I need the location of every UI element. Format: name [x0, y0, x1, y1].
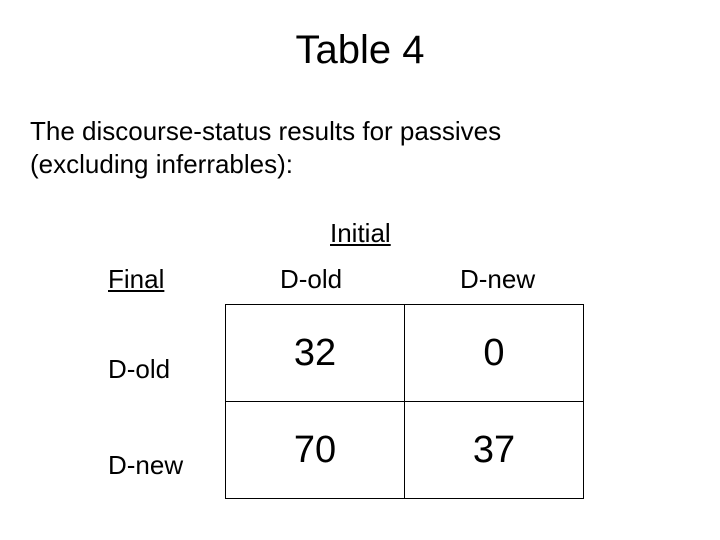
caption-line-2: (excluding inferrables):	[30, 149, 293, 179]
caption-line-1: The discourse-status results for passive…	[30, 116, 501, 146]
data-grid: 32 0 70 37	[225, 304, 584, 499]
col-header-d-new: D-new	[460, 264, 535, 295]
row-header-d-new: D-new	[108, 450, 183, 481]
table-row: 32 0	[226, 305, 584, 402]
cell-dold-dold: 32	[226, 305, 405, 402]
row-header-d-old: D-old	[108, 354, 170, 385]
table-title: Table 4	[0, 28, 720, 73]
table-row: 70 37	[226, 402, 584, 499]
cell-dnew-dnew: 37	[405, 402, 584, 499]
row-group-header-final: Final	[108, 264, 164, 295]
cell-dold-dnew: 0	[405, 305, 584, 402]
slide: Table 4 The discourse-status results for…	[0, 0, 720, 540]
col-header-d-old: D-old	[280, 264, 342, 295]
col-group-header-initial: Initial	[330, 218, 391, 249]
table-caption: The discourse-status results for passive…	[30, 115, 501, 180]
cell-dnew-dold: 70	[226, 402, 405, 499]
